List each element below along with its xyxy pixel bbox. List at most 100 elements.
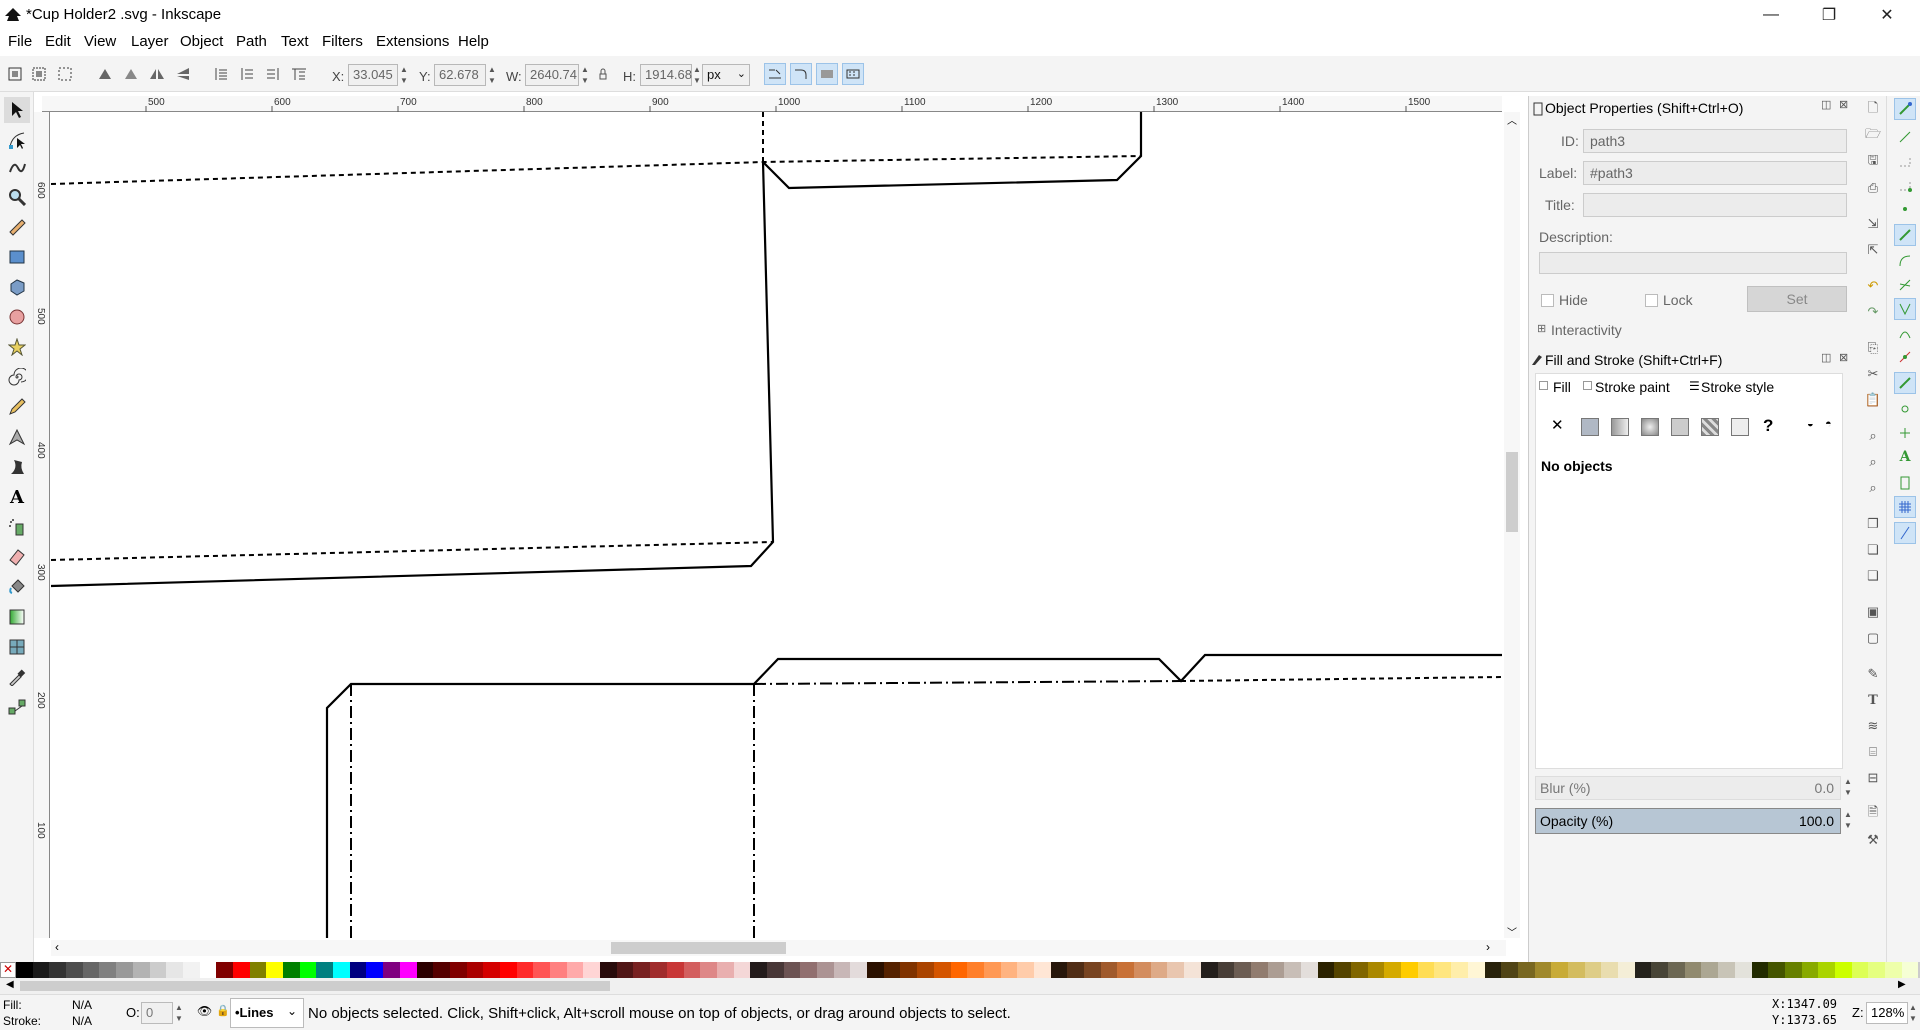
palette-swatch[interactable] bbox=[1534, 962, 1552, 978]
new-document-icon[interactable]: 🗋 bbox=[1863, 100, 1883, 120]
radial-gradient-icon[interactable] bbox=[1641, 418, 1659, 436]
palette-swatch[interactable] bbox=[1050, 962, 1068, 978]
palette-swatch[interactable] bbox=[1351, 962, 1368, 978]
palette-swatch[interactable] bbox=[1401, 962, 1418, 978]
snap-grid-icon[interactable] bbox=[1894, 496, 1916, 518]
palette-swatch[interactable] bbox=[1501, 962, 1518, 978]
tab-fill[interactable]: Fill bbox=[1537, 375, 1577, 401]
palette-swatch[interactable] bbox=[666, 962, 684, 978]
ungroup-icon[interactable]: ▢ bbox=[1863, 628, 1883, 648]
swatch-icon[interactable] bbox=[1731, 418, 1749, 436]
node-tool-icon[interactable] bbox=[4, 127, 30, 153]
palette-swatch[interactable] bbox=[1451, 962, 1468, 978]
redo-icon[interactable]: ↷ bbox=[1863, 302, 1883, 322]
palette-swatch[interactable] bbox=[1701, 962, 1719, 978]
palette-swatch[interactable] bbox=[533, 962, 550, 978]
snap-bbox-corner-icon[interactable] bbox=[1894, 174, 1916, 196]
tab-stroke-style[interactable]: ☰ Stroke style bbox=[1687, 375, 1787, 401]
transform-patterns-icon[interactable] bbox=[842, 63, 864, 85]
palette-swatch[interactable] bbox=[867, 962, 884, 978]
palette-swatch[interactable] bbox=[850, 962, 868, 978]
palette-swatch[interactable] bbox=[1250, 962, 1268, 978]
rotate-cw-icon[interactable] bbox=[120, 63, 142, 85]
palette-swatch[interactable] bbox=[1184, 962, 1201, 978]
layer-select[interactable]: •Lines ⌄ bbox=[230, 998, 304, 1028]
opacity-slider[interactable]: Opacity (%) 100.0 bbox=[1535, 808, 1841, 834]
palette-swatch[interactable] bbox=[1818, 962, 1835, 978]
eraser-tool-icon[interactable] bbox=[4, 544, 30, 570]
lower-icon[interactable] bbox=[262, 63, 284, 85]
menu-view[interactable]: View bbox=[84, 33, 116, 50]
zoom-field[interactable]: 128% bbox=[1866, 1002, 1908, 1024]
zoom-tool-icon[interactable] bbox=[4, 184, 30, 210]
palette-swatch[interactable] bbox=[1284, 962, 1301, 978]
palette-swatch[interactable] bbox=[299, 962, 317, 978]
palette-swatch[interactable] bbox=[249, 962, 267, 978]
color-palette[interactable]: ✕ bbox=[0, 962, 1920, 978]
palette-swatch[interactable] bbox=[1150, 962, 1168, 978]
calligraphy-tool-icon[interactable] bbox=[4, 454, 30, 480]
panel2-close-icon[interactable]: ⊠ bbox=[1839, 351, 1848, 364]
mesh-tool-icon[interactable] bbox=[4, 634, 30, 660]
palette-swatch[interactable] bbox=[99, 962, 117, 978]
expander-icon[interactable]: ⊞ bbox=[1537, 322, 1546, 335]
import-icon[interactable]: ⇲ bbox=[1863, 214, 1883, 234]
menu-text[interactable]: Text bbox=[281, 33, 309, 50]
palette-swatch[interactable] bbox=[1117, 962, 1135, 978]
palette-swatch[interactable] bbox=[466, 962, 484, 978]
palette-swatch[interactable] bbox=[983, 962, 1001, 978]
palette-swatch[interactable] bbox=[116, 962, 133, 978]
palette-swatch[interactable] bbox=[1668, 962, 1685, 978]
stroke-indicator-value[interactable]: N/A bbox=[72, 1014, 92, 1028]
palette-swatch[interactable] bbox=[232, 962, 250, 978]
palette-swatch[interactable] bbox=[1651, 962, 1669, 978]
path-lower-outline[interactable] bbox=[325, 653, 1502, 938]
snap-rotation-center-icon[interactable] bbox=[1894, 422, 1916, 444]
minimize-button[interactable]: — bbox=[1748, 0, 1794, 30]
snap-nodes-icon[interactable] bbox=[1894, 224, 1916, 246]
palette-swatch[interactable] bbox=[633, 962, 651, 978]
interactivity-label[interactable]: Interactivity bbox=[1551, 322, 1622, 338]
palette-swatch[interactable] bbox=[1334, 962, 1351, 978]
palette-swatch[interactable] bbox=[1801, 962, 1819, 978]
blur-slider[interactable]: Blur (%) 0.0 bbox=[1535, 776, 1841, 800]
palette-swatch[interactable] bbox=[1467, 962, 1485, 978]
y-stepper[interactable]: ▲ ▼ bbox=[487, 64, 497, 86]
flat-color-icon[interactable] bbox=[1581, 418, 1599, 436]
palette-swatch[interactable] bbox=[1367, 962, 1385, 978]
opacity-o-stepper[interactable]: ▲ ▼ bbox=[174, 1002, 184, 1024]
gradient-tool-icon[interactable] bbox=[4, 604, 30, 630]
menu-filters[interactable]: Filters bbox=[322, 33, 363, 50]
palette-swatch[interactable] bbox=[1084, 962, 1101, 978]
export-icon[interactable]: ⇱ bbox=[1863, 240, 1883, 260]
palette-swatch[interactable] bbox=[1317, 962, 1335, 978]
palette-swatch[interactable] bbox=[216, 962, 233, 978]
palette-scrollbar[interactable]: ◀ ▶ bbox=[0, 978, 1920, 994]
palette-scroll-left-icon[interactable]: ◀ bbox=[6, 979, 14, 990]
palette-swatch[interactable] bbox=[1834, 962, 1852, 978]
document-properties-icon[interactable]: 🗎 bbox=[1863, 804, 1883, 824]
star-tool-icon[interactable] bbox=[4, 334, 30, 360]
palette-swatch[interactable] bbox=[817, 962, 834, 978]
pencil-tool-icon[interactable] bbox=[4, 394, 30, 420]
undo-icon[interactable]: ↶ bbox=[1863, 276, 1883, 296]
palette-swatch[interactable] bbox=[32, 962, 50, 978]
raise-icon[interactable] bbox=[236, 63, 258, 85]
snap-smooth-nodes-icon[interactable] bbox=[1894, 322, 1916, 344]
palette-swatch[interactable] bbox=[283, 962, 300, 978]
palette-scroll-thumb[interactable] bbox=[20, 981, 610, 991]
palette-swatch[interactable] bbox=[550, 962, 567, 978]
snap-object-midpoint-icon[interactable] bbox=[1894, 398, 1916, 420]
palette-swatch[interactable] bbox=[1784, 962, 1802, 978]
rectangle-tool-icon[interactable] bbox=[4, 244, 30, 270]
palette-swatch[interactable] bbox=[616, 962, 634, 978]
title-field[interactable] bbox=[1583, 193, 1847, 217]
palette-swatch[interactable] bbox=[199, 962, 217, 978]
fill-stroke-dialog-icon[interactable]: ✎ bbox=[1863, 664, 1883, 684]
blur-stepper[interactable]: ▲ ▼ bbox=[1843, 776, 1853, 800]
menu-path[interactable]: Path bbox=[236, 33, 267, 50]
label-field[interactable]: #path3 bbox=[1583, 161, 1847, 185]
palette-swatch[interactable] bbox=[700, 962, 717, 978]
palette-swatch[interactable] bbox=[49, 962, 67, 978]
x-field[interactable]: 33.045 bbox=[348, 64, 398, 86]
